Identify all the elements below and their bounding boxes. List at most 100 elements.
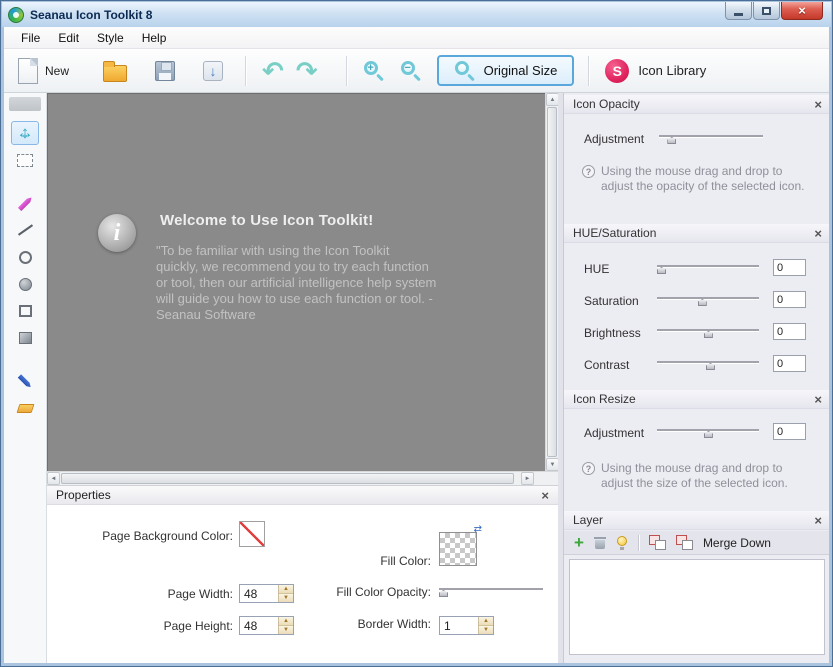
eyedropper-tool-button[interactable] <box>11 369 39 393</box>
fill-color-swatch[interactable]: ⇄ <box>439 532 477 566</box>
border-width-up-button[interactable]: ▲ <box>479 617 493 626</box>
horizontal-scroll-thumb[interactable] <box>61 473 514 484</box>
slider-track[interactable] <box>657 265 759 267</box>
rectangle-outline-tool-button[interactable] <box>11 299 39 323</box>
opacity-adjustment-slider[interactable] <box>659 130 763 144</box>
new-button[interactable]: New <box>12 55 75 87</box>
page-width-up-button[interactable]: ▲ <box>279 585 293 594</box>
page-background-color-swatch[interactable] <box>239 521 265 547</box>
saturation-value-input[interactable] <box>773 291 806 308</box>
square-filled-icon <box>19 332 32 344</box>
close-icon[interactable]: × <box>814 227 822 240</box>
merge-down-label[interactable]: Merge Down <box>703 536 771 550</box>
ellipse-filled-tool-button[interactable] <box>11 272 39 296</box>
brightness-slider[interactable] <box>657 324 759 338</box>
scroll-left-button[interactable]: ◄ <box>47 472 60 485</box>
slider-thumb[interactable] <box>706 363 715 370</box>
page-width-label: Page Width: <box>107 587 233 601</box>
slider-track[interactable] <box>657 329 759 331</box>
icon-library-button[interactable]: S Icon Library <box>599 56 712 86</box>
canvas-vertical-scrollbar[interactable]: ▲ ▼ <box>545 93 558 471</box>
slider-thumb[interactable] <box>667 137 676 144</box>
page-height-down-button[interactable]: ▼ <box>279 626 293 634</box>
zoom-out-button[interactable]: − <box>394 57 427 84</box>
menu-edit[interactable]: Edit <box>49 27 88 49</box>
palette-grip[interactable] <box>9 97 41 111</box>
ellipse-outline-tool-button[interactable] <box>11 245 39 269</box>
slider-track[interactable] <box>657 429 759 431</box>
slider-thumb[interactable] <box>657 267 666 274</box>
select-tool-button[interactable] <box>11 148 39 172</box>
slider-thumb[interactable] <box>698 299 707 306</box>
merge-down-button[interactable] <box>676 535 693 550</box>
icon-resize-title: Icon Resize <box>573 392 814 406</box>
rectangle-filled-tool-button[interactable] <box>11 326 39 350</box>
palette-gap <box>4 175 46 188</box>
redo-button[interactable]: ↷ <box>290 55 324 87</box>
contrast-value-input[interactable] <box>773 355 806 372</box>
slider-track[interactable] <box>657 297 759 299</box>
contrast-slider[interactable] <box>657 356 759 370</box>
saturation-slider[interactable] <box>657 292 759 306</box>
add-layer-button[interactable]: + <box>574 534 584 551</box>
layer-list[interactable] <box>569 559 825 655</box>
swap-colors-icon[interactable]: ⇄ <box>474 524 482 535</box>
original-size-button[interactable]: Original Size <box>437 55 575 86</box>
vertical-scroll-thumb[interactable] <box>547 107 557 457</box>
minimize-button[interactable] <box>725 2 752 20</box>
border-width-input[interactable] <box>440 617 478 634</box>
page-width-down-button[interactable]: ▼ <box>279 594 293 602</box>
slider-track[interactable] <box>657 361 759 363</box>
marquee-select-icon <box>17 154 33 167</box>
layer-visibility-button[interactable] <box>616 536 628 550</box>
icon-library-badge-icon: S <box>605 59 629 83</box>
menu-style[interactable]: Style <box>88 27 133 49</box>
slider-thumb[interactable] <box>439 590 448 597</box>
eyedropper-icon <box>18 374 33 389</box>
slider-thumb[interactable] <box>704 431 713 438</box>
canvas[interactable]: i Welcome to Use Icon Toolkit! "To be fa… <box>47 93 545 471</box>
open-button[interactable] <box>97 57 133 85</box>
import-button[interactable]: ↓ <box>197 58 229 84</box>
scroll-right-button[interactable]: ► <box>521 472 534 485</box>
save-button[interactable] <box>149 58 181 84</box>
page-width-input[interactable] <box>240 585 278 602</box>
slider-thumb[interactable] <box>704 331 713 338</box>
hue-slider[interactable] <box>657 260 759 274</box>
minimize-icon <box>734 13 743 16</box>
border-width-down-button[interactable]: ▼ <box>479 626 493 634</box>
fill-color-opacity-slider[interactable] <box>439 583 543 597</box>
page-height-input[interactable] <box>240 617 278 634</box>
zoom-in-button[interactable]: + <box>357 57 390 84</box>
hue-value-input[interactable] <box>773 259 806 276</box>
slider-track[interactable] <box>659 135 763 137</box>
welcome-line: quickly, we recommend you to try each fu… <box>156 259 526 275</box>
scroll-left-icon: ◄ <box>51 476 57 482</box>
close-icon[interactable]: × <box>814 98 822 111</box>
resize-adjustment-slider[interactable] <box>657 424 759 438</box>
menu-help[interactable]: Help <box>133 27 176 49</box>
maximize-button[interactable] <box>753 2 780 20</box>
canvas-horizontal-scrollbar[interactable]: ◄ ► <box>47 471 558 485</box>
delete-layer-button[interactable] <box>594 536 606 550</box>
toolbar: New ↓ ↶ ↷ + <box>4 49 829 93</box>
move-tool-button[interactable]: ↔ ↕ <box>11 121 39 145</box>
page-height-up-button[interactable]: ▲ <box>279 617 293 626</box>
page-height-stepper: ▲ ▼ <box>239 616 294 635</box>
eraser-tool-button[interactable] <box>11 396 39 420</box>
close-icon[interactable]: × <box>814 393 822 406</box>
resize-value-input[interactable] <box>773 423 806 440</box>
slider-track[interactable] <box>439 588 543 590</box>
undo-button[interactable]: ↶ <box>256 55 290 87</box>
close-button[interactable]: × <box>781 2 823 20</box>
layer-toolbar-separator <box>638 535 639 551</box>
palette-gap <box>4 353 46 366</box>
close-icon[interactable]: × <box>541 489 549 502</box>
close-icon[interactable]: × <box>814 514 822 527</box>
line-tool-button[interactable] <box>11 218 39 242</box>
merge-layers-button[interactable] <box>649 535 666 550</box>
pencil-tool-button[interactable] <box>11 191 39 215</box>
maximize-icon <box>762 7 771 15</box>
brightness-value-input[interactable] <box>773 323 806 340</box>
menu-file[interactable]: File <box>12 27 49 49</box>
